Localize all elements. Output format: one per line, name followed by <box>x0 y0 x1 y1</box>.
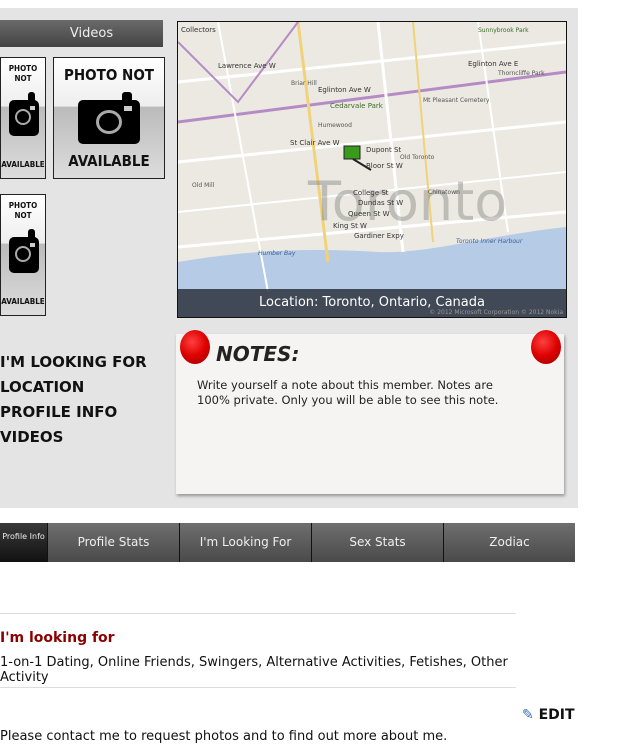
map-label: Dundas St W <box>358 199 404 207</box>
menu-profile-info[interactable]: PROFILE INFO <box>0 403 117 421</box>
map-label: Humewood <box>318 122 352 129</box>
map-label: Mt Pleasant Cemetery <box>423 97 490 104</box>
edit-label: EDIT <box>538 707 575 723</box>
looking-for-heading: I'm looking for <box>0 630 115 646</box>
map-label: St Clair Ave W <box>290 139 340 147</box>
map-label: Queen St W <box>348 210 390 218</box>
notes-card[interactable]: NOTES: Write yourself a note about this … <box>176 330 564 494</box>
photo-placeholder[interactable]: PHOTO NOT AVAILABLE <box>53 57 165 179</box>
map-label: Dupont St <box>366 146 402 154</box>
map-label: Eglinton Ave E <box>468 60 519 68</box>
map-label: Cedarvale Park <box>330 102 383 110</box>
map-label: Eglinton Ave W <box>318 86 371 94</box>
photo-label: AVAILABLE <box>1 297 45 306</box>
camera-icon <box>9 92 39 136</box>
photo-label: AVAILABLE <box>68 152 150 170</box>
menu-looking-for[interactable]: I'M LOOKING FOR <box>0 353 147 371</box>
notes-title: NOTES: <box>216 342 300 366</box>
tab-sex-stats[interactable]: Sex Stats <box>311 523 443 562</box>
map-label: Old Mill <box>192 182 215 189</box>
photo-label: AVAILABLE <box>1 160 45 169</box>
camera-icon <box>9 229 39 273</box>
camera-icon <box>78 92 140 144</box>
map-label: Sunnybrook Park <box>478 27 529 34</box>
about-text: Please contact me to request photos and … <box>0 729 448 744</box>
tab-looking-for[interactable]: I'm Looking For <box>179 523 311 562</box>
photo-placeholder[interactable]: PHOTO NOT AVAILABLE <box>0 57 46 179</box>
notes-text[interactable]: Write yourself a note about this member.… <box>197 378 527 408</box>
edit-pencil-icon: ✎ <box>522 707 534 723</box>
map-label: Toronto Inner Harbour <box>456 238 523 245</box>
map-copyright: © 2012 Microsoft Corporation © 2012 Noki… <box>429 309 563 316</box>
map-label: Chinatown <box>428 189 460 196</box>
divider <box>0 687 516 688</box>
map-label: Gardiner Expy <box>354 232 404 240</box>
tab-profile-info[interactable]: Profile Info <box>0 523 47 562</box>
map-label: Thorncliffe Park <box>498 70 545 77</box>
map-label: Collectors <box>181 26 216 34</box>
map-label: King St W <box>333 222 367 230</box>
map-label: Lawrence Ave W <box>218 62 276 70</box>
map-label: Old Toronto <box>400 154 435 161</box>
location-map[interactable]: Toronto Collectors Lawrence Ave W Eglint… <box>177 21 567 318</box>
photo-placeholder[interactable]: PHOTO NOT AVAILABLE <box>0 194 46 316</box>
photo-label: PHOTO NOT <box>8 64 38 83</box>
photo-label: PHOTO NOT <box>64 66 154 84</box>
pushpin-icon <box>531 330 561 364</box>
photo-label: PHOTO NOT <box>8 201 38 220</box>
map-label: Humber Bay <box>258 250 296 257</box>
pushpin-icon <box>180 330 210 364</box>
divider <box>0 613 516 614</box>
tab-zodiac[interactable]: Zodiac <box>443 523 575 562</box>
map-label: College St <box>353 189 389 197</box>
map-label: Briar Hill <box>291 80 317 87</box>
looking-for-value: 1-on-1 Dating, Online Friends, Swingers,… <box>0 655 508 685</box>
menu-videos[interactable]: VIDEOS <box>0 428 63 446</box>
edit-button[interactable]: ✎ EDIT <box>522 707 575 723</box>
videos-tab[interactable]: Videos <box>0 20 163 47</box>
map-label: Bloor St W <box>366 162 403 170</box>
menu-location[interactable]: LOCATION <box>0 378 84 396</box>
tab-profile-stats[interactable]: Profile Stats <box>47 523 179 562</box>
profile-tabs: Profile Info Profile Stats I'm Looking F… <box>0 523 575 562</box>
